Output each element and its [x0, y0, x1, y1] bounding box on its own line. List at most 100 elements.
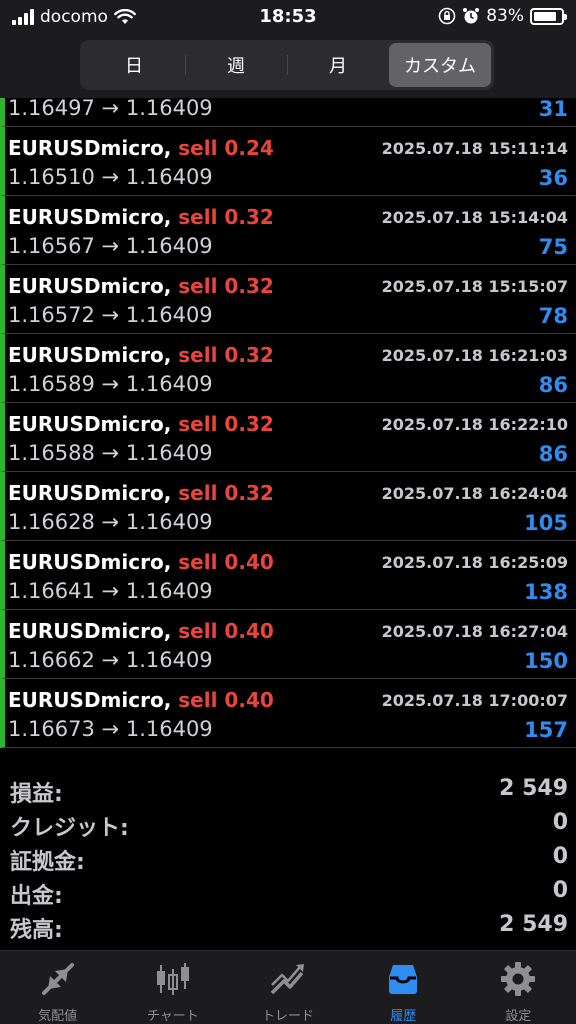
trade-side: sell 0.32: [178, 412, 274, 436]
summary-label: 損益:: [10, 782, 63, 807]
trade-symbol: EURUSDmicro,: [8, 274, 172, 298]
chart-icon: [156, 963, 189, 995]
trade-time: 2025.07.18 16:25:09: [381, 553, 568, 572]
trade-row[interactable]: EURUSDmicro, sell 0.40 2025.07.18 16:27:0…: [0, 610, 576, 679]
trade-symbol: EURUSDmicro,: [8, 412, 172, 436]
trade-prices: 1.16662 → 1.16409: [8, 648, 213, 672]
trade-row[interactable]: EURUSDmicro, sell 0.40 2025.07.18 17:00:0…: [0, 679, 576, 748]
trade-row[interactable]: EURUSDmicro, sell 0.32 2025.07.18 16:21:0…: [0, 334, 576, 403]
trade-row[interactable]: EURUSDmicro, sell 0.40 2025.07.18 16:25:0…: [0, 541, 576, 610]
open-price: 1.16567: [8, 234, 95, 258]
trade-title: EURUSDmicro, sell 0.40: [8, 619, 274, 643]
trade-profit: 78: [538, 304, 568, 328]
trade-row[interactable]: EURUSDmicro, sell 0.242025.07.18 15:01:4…: [0, 98, 576, 127]
close-price: 1.16409: [125, 98, 213, 120]
trade-row[interactable]: EURUSDmicro, sell 0.32 2025.07.18 15:14:0…: [0, 196, 576, 265]
trade-profit: 36: [538, 166, 568, 190]
tab-week[interactable]: 週: [185, 43, 287, 87]
trade-profit: 86: [538, 442, 568, 466]
tab-settings[interactable]: 設定: [461, 951, 576, 1024]
close-price: 1.16409: [125, 441, 213, 465]
trade-time: 2025.07.18 15:11:14: [381, 139, 568, 158]
trade-time: 2025.07.18 16:27:04: [381, 622, 568, 641]
summary-row-withdrawal: 出金: 0: [0, 878, 576, 912]
trade-prices: 1.16641 → 1.16409: [8, 579, 213, 603]
trade-symbol: EURUSDmicro,: [8, 205, 172, 229]
trade-title: EURUSDmicro, sell 0.32: [8, 481, 274, 505]
trade-profit: 105: [524, 511, 568, 535]
summary-row-margin: 証拠金: 0: [0, 844, 576, 878]
tab-quotes-label: 気配値: [38, 1009, 78, 1024]
tab-chart-label: チャート: [146, 1009, 199, 1024]
trade-title: EURUSDmicro, sell 0.40: [8, 550, 274, 574]
price-arrow: →: [101, 648, 120, 672]
tab-trade-label: トレード: [262, 1009, 315, 1024]
tab-day[interactable]: 日: [83, 43, 185, 87]
price-arrow: →: [101, 510, 120, 534]
trade-history-list[interactable]: EURUSDmicro, sell 0.242025.07.18 15:01:4…: [0, 98, 576, 766]
alarm-icon: [463, 8, 480, 24]
summary-row-profit: 損益: 2 549: [0, 776, 576, 810]
open-price: 1.16510: [8, 165, 95, 189]
tab-quotes[interactable]: 気配値: [0, 951, 115, 1024]
trade-profit: 86: [538, 373, 568, 397]
summary-value: 0: [552, 878, 568, 903]
open-price: 1.16497: [8, 98, 95, 120]
summary-label: 残高:: [10, 918, 63, 943]
period-tab-strip: 日 週 月 カスタム: [0, 36, 576, 98]
trade-prices: 1.16673 → 1.16409: [8, 717, 213, 741]
tab-custom[interactable]: カスタム: [389, 43, 491, 87]
tab-trade[interactable]: トレード: [230, 951, 345, 1024]
tab-month[interactable]: 月: [287, 43, 389, 87]
trade-title: EURUSDmicro, sell 0.32: [8, 274, 274, 298]
trade-side: sell 0.40: [178, 550, 274, 574]
trade-profit: 157: [524, 718, 568, 742]
account-summary: 損益: 2 549 クレジット: 0 証拠金: 0 出金: 0 残高: 2 549: [0, 766, 576, 950]
summary-row-balance: 残高: 2 549: [0, 912, 576, 946]
trade-icon: [270, 964, 304, 995]
history-icon: [389, 965, 418, 994]
open-price: 1.16673: [8, 717, 95, 741]
trade-title: EURUSDmicro, sell 0.24: [8, 136, 274, 160]
trade-prices: 1.16497 → 1.16409: [8, 98, 213, 120]
trade-prices: 1.16510 → 1.16409: [8, 165, 213, 189]
tab-chart[interactable]: チャート: [115, 951, 230, 1024]
close-price: 1.16409: [125, 579, 213, 603]
tab-history[interactable]: 履歴: [346, 951, 461, 1024]
trade-side: sell 0.40: [178, 688, 274, 712]
summary-label: クレジット:: [10, 816, 129, 841]
trade-title: EURUSDmicro, sell 0.40: [8, 688, 274, 712]
trade-row[interactable]: EURUSDmicro, sell 0.32 2025.07.18 16:24:0…: [0, 472, 576, 541]
trade-side: sell 0.32: [178, 274, 274, 298]
trade-time: 2025.07.18 16:21:03: [381, 346, 568, 365]
price-arrow: →: [101, 165, 120, 189]
open-price: 1.16641: [8, 579, 95, 603]
summary-value: 2 549: [499, 776, 568, 801]
trade-symbol: EURUSDmicro,: [8, 550, 172, 574]
trade-title: EURUSDmicro, sell 0.32: [8, 343, 274, 367]
trade-row[interactable]: EURUSDmicro, sell 0.32 2025.07.18 16:22:1…: [0, 403, 576, 472]
trade-symbol: EURUSDmicro,: [8, 619, 172, 643]
open-price: 1.16589: [8, 372, 95, 396]
trade-row[interactable]: EURUSDmicro, sell 0.24 2025.07.18 15:11:1…: [0, 127, 576, 196]
status-bar: docomo 18:53 83%: [0, 0, 576, 36]
trade-profit: 138: [524, 580, 568, 604]
trade-prices: 1.16628 → 1.16409: [8, 510, 213, 534]
bottom-tab-bar: 気配値 チャート トレード 履歴 設定: [0, 950, 576, 1024]
summary-value: 0: [552, 810, 568, 835]
trade-time: 2025.07.18 15:14:04: [381, 208, 568, 227]
price-arrow: →: [101, 579, 120, 603]
battery-icon: [530, 7, 567, 25]
summary-value: 2 549: [499, 912, 568, 937]
close-price: 1.16409: [125, 303, 213, 327]
close-price: 1.16409: [125, 648, 213, 672]
trade-prices: 1.16588 → 1.16409: [8, 441, 213, 465]
trade-symbol: EURUSDmicro,: [8, 136, 172, 160]
trade-symbol: EURUSDmicro,: [8, 343, 172, 367]
close-price: 1.16409: [125, 510, 213, 534]
trade-symbol: EURUSDmicro,: [8, 688, 172, 712]
trade-row[interactable]: EURUSDmicro, sell 0.32 2025.07.18 15:15:0…: [0, 265, 576, 334]
open-price: 1.16628: [8, 510, 95, 534]
price-arrow: →: [101, 372, 120, 396]
summary-label: 出金:: [10, 884, 63, 909]
